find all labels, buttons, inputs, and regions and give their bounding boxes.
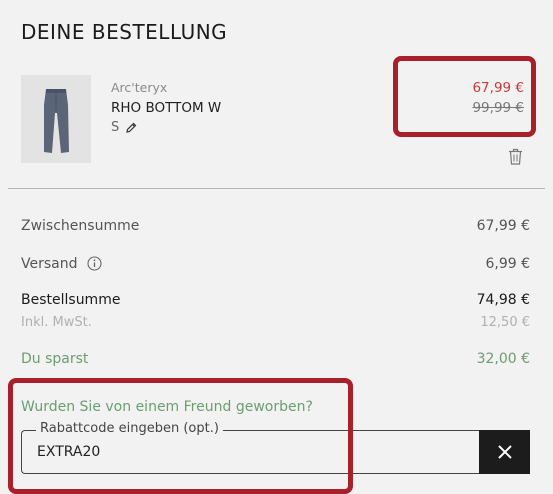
clear-code-button[interactable]	[479, 430, 530, 474]
trash-icon[interactable]	[508, 148, 523, 165]
savings-value: 32,00 €	[476, 351, 530, 367]
product-size: S	[111, 120, 120, 135]
discount-code-input[interactable]	[37, 444, 437, 460]
total-label: Bestellsumme	[21, 292, 121, 308]
product-brand: Arc'teryx	[111, 80, 168, 95]
shipping-value: 6,99 €	[485, 256, 530, 272]
close-icon	[497, 445, 512, 459]
info-icon[interactable]	[87, 256, 102, 271]
pencil-icon[interactable]	[125, 121, 138, 134]
discount-code-label: Rabattcode eingeben (opt.)	[36, 421, 223, 436]
total-value: 74,98 €	[476, 292, 530, 308]
subtotal-value: 67,99 €	[476, 218, 530, 234]
shipping-label: Versand	[21, 256, 78, 272]
subtotal-label: Zwischensumme	[21, 218, 140, 234]
vat-label: Inkl. MwSt.	[21, 315, 92, 330]
divider	[8, 188, 545, 189]
original-price: 99,99 €	[472, 100, 524, 116]
referral-question-link[interactable]: Wurden Sie von einem Freund geworben?	[21, 399, 313, 415]
sale-price: 67,99 €	[472, 80, 524, 96]
price-highlight-box	[393, 56, 536, 137]
savings-label: Du sparst	[21, 351, 89, 367]
product-size-row: S	[111, 120, 138, 135]
shipping-row: Versand	[21, 256, 102, 272]
product-name[interactable]: RHO BOTTOM W	[111, 100, 221, 116]
product-image[interactable]	[21, 75, 91, 163]
vat-value: 12,50 €	[480, 315, 530, 330]
page-title: DEINE BESTELLUNG	[21, 20, 228, 44]
